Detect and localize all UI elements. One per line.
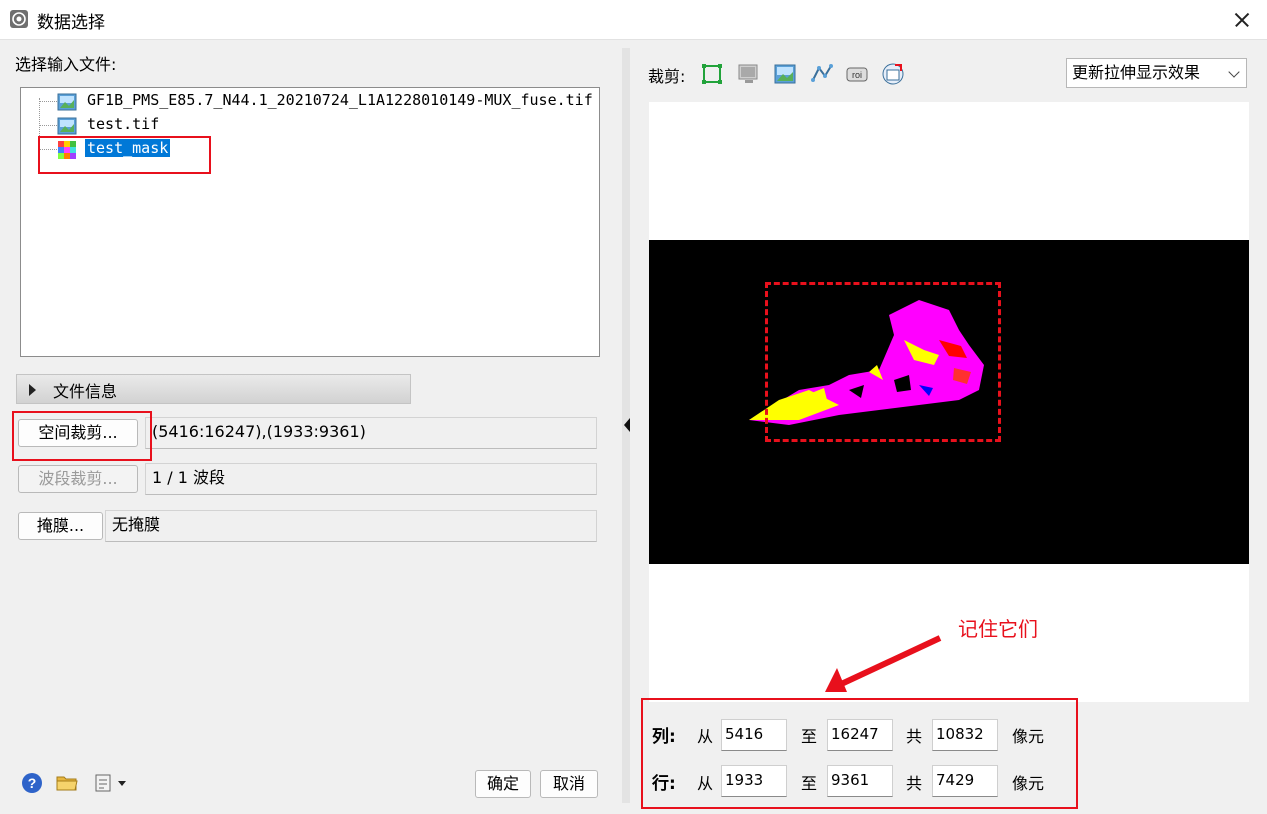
file-info-label: 文件信息 xyxy=(53,382,118,401)
column-from-input[interactable]: 5416 xyxy=(721,719,787,751)
highlight-box-mask-file xyxy=(38,136,211,174)
options-menu-icon[interactable] xyxy=(92,771,128,795)
mask-value: 无掩膜 xyxy=(105,510,597,542)
row-from-input[interactable]: 1933 xyxy=(721,765,787,797)
spatial-subset-value: (5416:16247),(1933:9361) xyxy=(145,417,597,449)
row-to-label: 至 xyxy=(801,774,818,793)
column-row-label: 列: xyxy=(652,727,676,747)
file-item-test-tif[interactable]: test.tif xyxy=(87,115,159,133)
vector-icon[interactable] xyxy=(810,62,834,86)
svg-text:?: ? xyxy=(28,775,37,791)
stretch-display-select-value: 更新拉伸显示效果 xyxy=(1072,63,1201,82)
row-total-label: 共 xyxy=(906,774,923,793)
annotation-arrow-icon xyxy=(825,635,942,692)
ok-button[interactable]: 确定 xyxy=(475,770,531,798)
expand-triangle-icon xyxy=(29,384,36,396)
svg-text:roi: roi xyxy=(852,70,862,80)
spectral-subset-button[interactable]: 波段裁剪... xyxy=(18,465,138,493)
row-total-input[interactable]: 7429 xyxy=(932,765,998,797)
chevron-down-icon xyxy=(1228,66,1240,78)
column-to-label: 至 xyxy=(801,727,818,746)
highlight-box-spatial-subset xyxy=(12,411,152,461)
row-to-input[interactable]: 9361 xyxy=(827,765,893,797)
app-logo-icon xyxy=(10,10,28,28)
annotation-text: 记住它们 xyxy=(958,617,1038,641)
open-folder-icon[interactable] xyxy=(55,771,79,795)
display-icon[interactable] xyxy=(737,62,761,86)
mask-button[interactable]: 掩膜... xyxy=(18,512,103,540)
collapse-left-icon[interactable] xyxy=(624,418,630,432)
column-to-input[interactable]: 16247 xyxy=(827,719,893,751)
row-unit-label: 像元 xyxy=(1012,774,1045,793)
help-icon[interactable]: ? xyxy=(20,771,44,795)
column-unit-label: 像元 xyxy=(1012,727,1045,746)
file-tree[interactable]: GF1B_PMS_E85.7_N44.1_20210724_L1A1228010… xyxy=(20,87,600,357)
image-icon[interactable] xyxy=(773,62,797,86)
column-from-label: 从 xyxy=(697,727,714,746)
cancel-button[interactable]: 取消 xyxy=(540,770,598,798)
input-file-label: 选择输入文件: xyxy=(15,55,117,74)
file-info-section-toggle[interactable]: 文件信息 xyxy=(16,374,411,404)
raster-image-icon xyxy=(57,93,77,111)
clip-extent-box xyxy=(765,282,1001,442)
file-icon[interactable] xyxy=(881,62,905,86)
raster-image-icon xyxy=(57,117,77,135)
spectral-subset-value: 1 / 1 波段 xyxy=(145,463,597,495)
column-total-label: 共 xyxy=(906,727,923,746)
row-row-label: 行: xyxy=(652,774,676,794)
column-total-input[interactable]: 10832 xyxy=(932,719,998,751)
close-button[interactable] xyxy=(1226,4,1258,36)
roi-icon[interactable]: roi xyxy=(845,62,869,86)
clip-label: 裁剪: xyxy=(648,67,686,86)
stretch-display-select[interactable]: 更新拉伸显示效果 xyxy=(1066,58,1247,88)
window-title: 数据选择 xyxy=(37,13,105,33)
full-extent-icon[interactable] xyxy=(700,62,724,86)
file-item-fuse[interactable]: GF1B_PMS_E85.7_N44.1_20210724_L1A1228010… xyxy=(87,91,593,109)
row-from-label: 从 xyxy=(697,774,714,793)
title-bar: 数据选择 xyxy=(0,0,1267,40)
